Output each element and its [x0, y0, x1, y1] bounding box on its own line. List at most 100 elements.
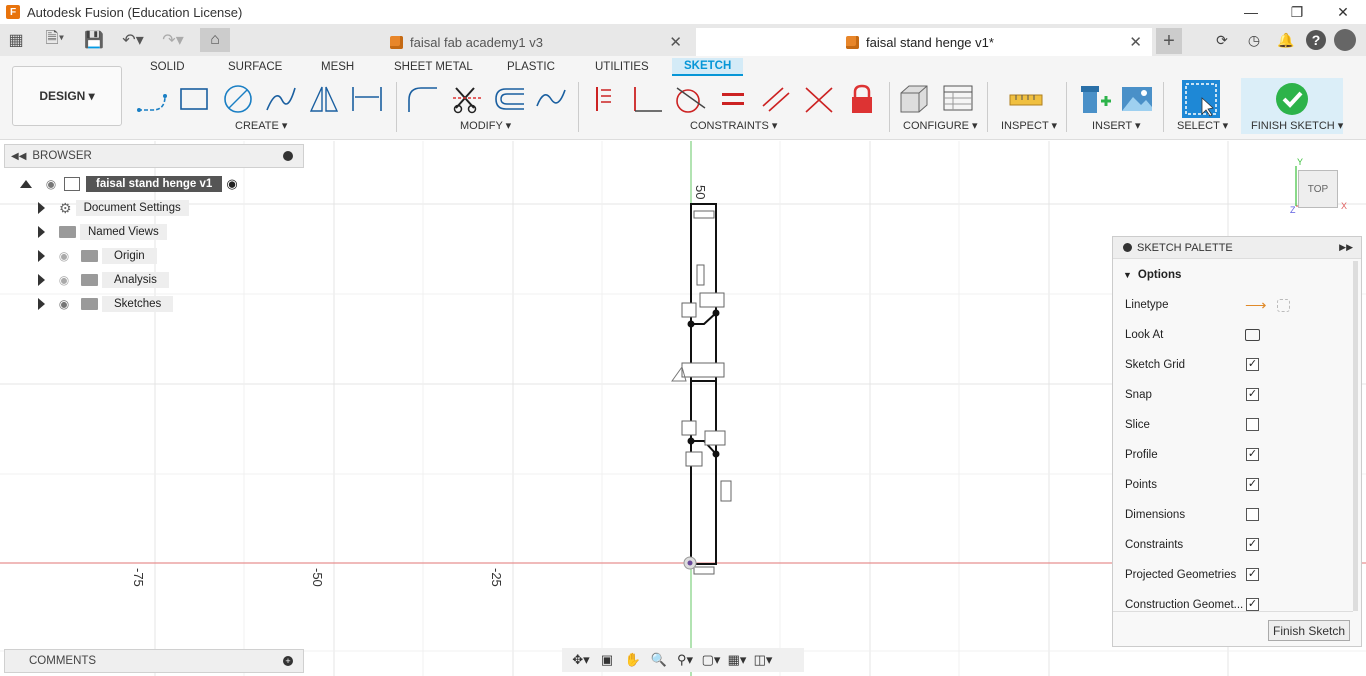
tangent-constraint-icon[interactable]: [672, 82, 708, 116]
look-at-icon[interactable]: [1245, 329, 1260, 341]
browser-root-item[interactable]: ◉ faisal stand henge v1 ◉: [20, 174, 238, 194]
trim-scissors-icon[interactable]: [449, 82, 485, 116]
hidden-eye-icon[interactable]: ◉: [55, 249, 73, 263]
expand-arrow-icon[interactable]: [38, 298, 45, 310]
dimensions-checkbox[interactable]: [1246, 508, 1259, 521]
look-at-icon[interactable]: ▣: [596, 650, 618, 670]
profile-checkbox[interactable]: ✓: [1246, 448, 1259, 461]
coincident-constraint-icon[interactable]: [801, 82, 837, 116]
job-status-icon[interactable]: ◷: [1242, 28, 1266, 52]
viewports-icon[interactable]: ◫▾: [752, 650, 774, 670]
orbit-icon[interactable]: ✥▾: [570, 650, 592, 670]
create-menu[interactable]: CREATE ▾: [235, 119, 287, 132]
visibility-eye-icon[interactable]: ◉: [55, 297, 73, 311]
zoom-window-icon[interactable]: ⚲▾: [674, 650, 696, 670]
undo-icon[interactable]: ↶▾: [116, 28, 150, 52]
browser-panel-header[interactable]: ◀◀ BROWSER: [4, 144, 304, 168]
configure-menu[interactable]: CONFIGURE ▾: [903, 119, 978, 132]
close-tab-icon[interactable]: ✕: [1129, 33, 1142, 51]
home-icon[interactable]: ⌂: [200, 28, 230, 52]
help-icon[interactable]: ?: [1306, 30, 1326, 50]
select-tool-icon[interactable]: [1182, 80, 1220, 118]
insert-image-icon[interactable]: [1119, 82, 1155, 116]
sketch-grid-checkbox[interactable]: ✓: [1246, 358, 1259, 371]
comments-panel-header[interactable]: COMMENTS +: [4, 649, 304, 673]
tab-faisal-fab-academy[interactable]: faisal fab academy1 v3 ✕: [380, 28, 692, 56]
refresh-icon[interactable]: ⟳: [1210, 28, 1234, 52]
collapse-arrow-icon[interactable]: ▼: [1123, 270, 1132, 280]
palette-header[interactable]: SKETCH PALETTE ▶▶: [1113, 237, 1361, 259]
projected-geometries-checkbox[interactable]: ✓: [1246, 568, 1259, 581]
browser-item-analysis[interactable]: ◉ Analysis: [38, 270, 169, 290]
minimize-button[interactable]: —: [1228, 0, 1274, 24]
close-window-button[interactable]: ✕: [1320, 0, 1366, 24]
perpendicular-constraint-icon[interactable]: [629, 82, 665, 116]
tab-sheet-metal[interactable]: SHEET METAL: [382, 58, 485, 76]
points-checkbox[interactable]: ✓: [1246, 478, 1259, 491]
expand-arrow-icon[interactable]: [38, 202, 45, 214]
spline-tool-icon[interactable]: [263, 82, 299, 116]
user-avatar[interactable]: [1334, 29, 1356, 51]
parallel-constraint-icon[interactable]: [758, 82, 794, 116]
sketch-curve-icon[interactable]: [533, 82, 569, 116]
construction-linetype-icon[interactable]: ⟶: [1245, 296, 1267, 314]
redo-icon[interactable]: ↷▾: [156, 28, 190, 52]
equal-constraint-icon[interactable]: [715, 82, 751, 116]
hidden-eye-icon[interactable]: ◉: [55, 273, 73, 287]
visibility-eye-icon[interactable]: ◉: [42, 177, 60, 191]
save-icon[interactable]: 💾: [82, 28, 106, 52]
tab-utilities[interactable]: UTILITIES: [583, 58, 661, 76]
constraints-checkbox[interactable]: ✓: [1246, 538, 1259, 551]
circle-tool-icon[interactable]: [220, 82, 256, 116]
horizontal-vertical-constraint-icon[interactable]: [586, 82, 622, 116]
fix-lock-icon[interactable]: [844, 82, 880, 116]
options-section-header[interactable]: ▼ Options: [1123, 265, 1181, 285]
expand-arrow-icon[interactable]: [38, 226, 45, 238]
add-comment-icon[interactable]: +: [283, 656, 293, 666]
grid-menu-icon[interactable]: ▦: [4, 28, 28, 52]
notifications-icon[interactable]: 🔔: [1274, 28, 1298, 52]
insert-derive-icon[interactable]: [1077, 82, 1113, 116]
tab-surface[interactable]: SURFACE: [216, 58, 294, 76]
new-tab-button[interactable]: +: [1156, 28, 1182, 54]
finish-sketch-button[interactable]: Finish Sketch: [1268, 620, 1350, 641]
workspace-switcher-button[interactable]: DESIGN ▾: [12, 66, 122, 126]
rectangle-tool-icon[interactable]: [176, 82, 212, 116]
collapse-panel-icon[interactable]: ◀◀: [11, 151, 26, 162]
tab-faisal-stand-henge[interactable]: faisal stand henge v1* ✕: [696, 28, 1152, 56]
constraints-menu[interactable]: CONSTRAINTS ▾: [690, 119, 777, 132]
view-cube-top[interactable]: TOP: [1298, 170, 1338, 208]
zoom-icon[interactable]: 🔍: [648, 650, 670, 670]
browser-item-named-views[interactable]: Named Views: [38, 222, 167, 242]
finish-sketch-menu[interactable]: FINISH SKETCH ▾: [1251, 119, 1343, 132]
pan-hand-icon[interactable]: ✋: [622, 650, 644, 670]
construction-geometries-checkbox[interactable]: ✓: [1246, 598, 1259, 611]
expand-palette-icon[interactable]: ▶▶: [1339, 242, 1353, 253]
panel-pin-icon[interactable]: [283, 151, 293, 161]
inspect-menu[interactable]: INSPECT ▾: [1001, 119, 1057, 132]
centerline-linetype-icon[interactable]: [1277, 298, 1290, 312]
collapse-arrow-icon[interactable]: [20, 180, 32, 188]
palette-pin-icon[interactable]: [1123, 243, 1132, 252]
insert-menu[interactable]: INSERT ▾: [1092, 119, 1141, 132]
tab-solid[interactable]: SOLID: [138, 58, 197, 76]
close-tab-icon[interactable]: ✕: [669, 33, 682, 51]
palette-scrollbar[interactable]: [1353, 261, 1358, 611]
configure-table-icon[interactable]: [941, 82, 977, 116]
fillet-tool-icon[interactable]: [404, 82, 440, 116]
offset-tool-icon[interactable]: [491, 82, 527, 116]
dimension-tool-icon[interactable]: [349, 82, 385, 116]
activate-radio-icon[interactable]: ◉: [226, 176, 237, 192]
modify-menu[interactable]: MODIFY ▾: [460, 119, 511, 132]
tab-sketch[interactable]: SKETCH: [672, 58, 744, 76]
browser-item-document-settings[interactable]: ⚙ Document Settings: [38, 198, 189, 218]
restore-button[interactable]: ❐: [1274, 0, 1320, 24]
snap-checkbox[interactable]: ✓: [1246, 388, 1259, 401]
file-menu-icon[interactable]: 🗎▾: [38, 28, 72, 52]
grid-settings-icon[interactable]: ▦▾: [726, 650, 748, 670]
browser-item-origin[interactable]: ◉ Origin: [38, 246, 157, 266]
measure-tool-icon[interactable]: [1008, 82, 1044, 116]
mirror-tool-icon[interactable]: [306, 82, 342, 116]
tab-mesh[interactable]: MESH: [309, 58, 366, 76]
display-settings-icon[interactable]: ▢▾: [700, 650, 722, 670]
